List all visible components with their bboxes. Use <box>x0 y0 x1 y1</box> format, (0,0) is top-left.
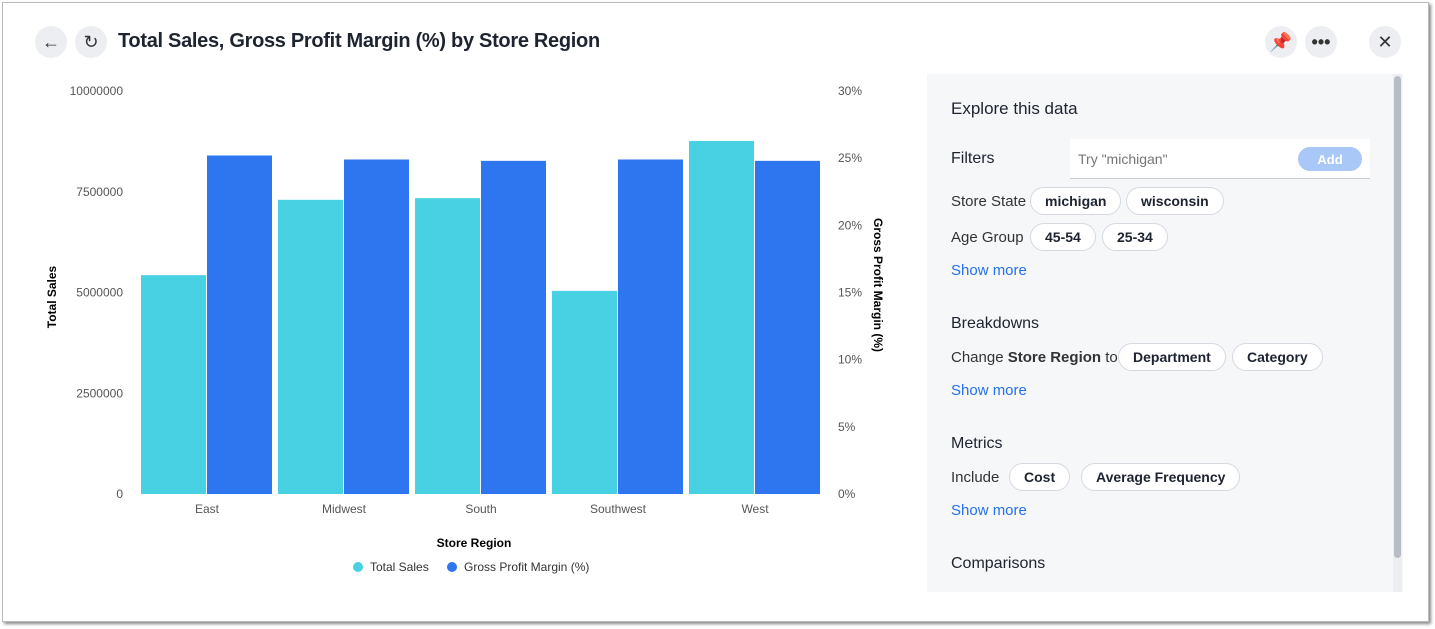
filters-title: Filters <box>951 150 995 167</box>
y2-tick-label: 30% <box>838 84 862 98</box>
scrollbar-thumb[interactable] <box>1394 76 1401 558</box>
filter-search: Add <box>1070 139 1370 179</box>
filter-label: Store State <box>951 193 1027 210</box>
bar-total-sales <box>689 140 754 495</box>
y2-tick-label: 0% <box>838 487 856 501</box>
breakdown-suffix: to <box>1105 349 1118 366</box>
y2-tick-label: 20% <box>838 218 862 232</box>
bar-gross-profit-margin <box>207 155 272 494</box>
y2-tick-label: 10% <box>838 353 862 367</box>
bar-total-sales <box>552 290 617 494</box>
breakdowns-title: Breakdowns <box>951 315 1040 332</box>
x-tick-label: Southwest <box>590 502 647 516</box>
bar-total-sales <box>278 199 343 494</box>
bar-total-sales <box>141 275 206 494</box>
pin-icon: 📌 <box>1269 31 1293 52</box>
filter-input[interactable] <box>1078 151 1278 167</box>
y-axis-title: Total Sales <box>45 265 59 328</box>
legend-marker <box>447 562 457 572</box>
filter-label: Age Group <box>951 229 1024 246</box>
arrow-left-icon: ← <box>42 31 60 52</box>
filter-chip[interactable]: wisconsin <box>1126 187 1224 215</box>
bar-chart: East Midwest South Southwest West 0 2500000 500… <box>45 84 885 574</box>
y-tick-label: 5000000 <box>76 286 123 300</box>
metrics-title: Metrics <box>951 435 1003 452</box>
metric-chip[interactable]: Average Frequency <box>1081 463 1241 491</box>
more-button[interactable]: ••• <box>1305 26 1337 58</box>
y-tick-label: 2500000 <box>76 386 123 400</box>
legend-label: Total Sales <box>370 560 429 574</box>
x-tick-label: South <box>465 502 496 516</box>
breakdown-prefix: Change <box>951 349 1004 366</box>
y2-tick-label: 25% <box>838 151 862 165</box>
metrics-label: Include <box>951 469 1000 486</box>
filter-chip[interactable]: michigan <box>1030 187 1122 215</box>
breakdown-field: Store Region <box>1007 349 1102 366</box>
close-icon: ✕ <box>1377 31 1393 52</box>
breakdown-chip[interactable]: Department <box>1118 343 1226 371</box>
pin-button[interactable]: 📌 <box>1265 26 1297 58</box>
page-title: Total Sales, Gross Profit Margin (%) by … <box>118 30 600 52</box>
y-tick-label: 0 <box>116 487 123 501</box>
bar-gross-profit-margin <box>481 160 546 494</box>
x-tick-label: East <box>195 502 220 516</box>
breakdowns-show-more[interactable]: Show more <box>951 382 1027 399</box>
legend-label: Gross Profit Margin (%) <box>464 560 589 574</box>
x-tick-label: Midwest <box>322 502 367 516</box>
comparisons-title: Comparisons <box>951 555 1046 572</box>
legend-marker <box>353 562 363 572</box>
breakdown-chip[interactable]: Category <box>1232 343 1323 371</box>
bar-gross-profit-margin <box>344 159 409 494</box>
filter-chip[interactable]: 25-34 <box>1102 223 1168 251</box>
bar-gross-profit-margin <box>618 159 683 494</box>
add-filter-button[interactable]: Add <box>1298 147 1362 171</box>
breakdown-label: Change Store Region to <box>951 349 1118 366</box>
metrics-show-more[interactable]: Show more <box>951 502 1027 519</box>
y2-tick-label: 15% <box>838 286 862 300</box>
filters-show-more[interactable]: Show more <box>951 262 1027 279</box>
y-tick-label: 10000000 <box>70 84 124 98</box>
refresh-button[interactable]: ↻ <box>75 26 107 58</box>
x-tick-label: West <box>741 502 769 516</box>
y-tick-label: 7500000 <box>76 185 123 199</box>
panel-title: Explore this data <box>951 99 1078 118</box>
bar-gross-profit-margin <box>755 160 820 494</box>
close-button[interactable]: ✕ <box>1369 26 1401 58</box>
y2-tick-label: 5% <box>838 420 856 434</box>
filter-chip[interactable]: 45-54 <box>1030 223 1096 251</box>
y2-axis-title: Gross Profit Margin (%) <box>871 218 885 352</box>
more-icon: ••• <box>1311 31 1331 52</box>
refresh-icon: ↻ <box>83 31 99 52</box>
x-axis-title: Store Region <box>437 536 512 550</box>
bar-total-sales <box>415 198 480 494</box>
metric-chip[interactable]: Cost <box>1009 463 1071 491</box>
back-button[interactable]: ← <box>35 26 67 58</box>
